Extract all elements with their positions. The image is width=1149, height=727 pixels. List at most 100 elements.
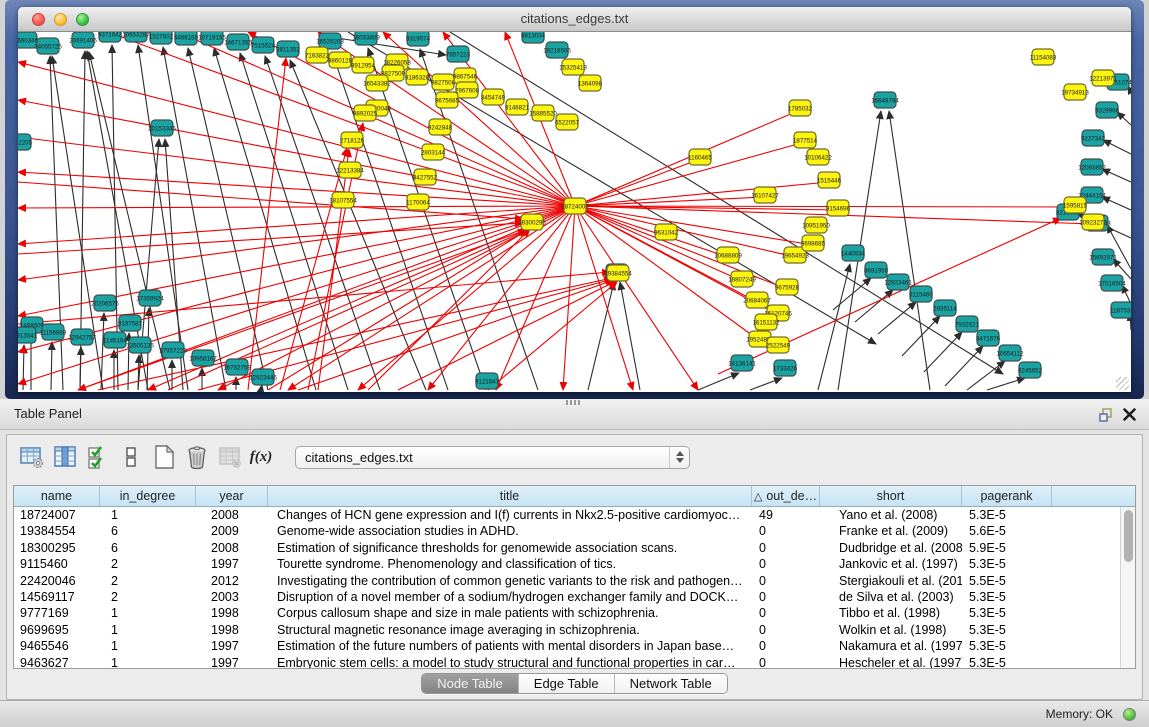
network-node[interactable]: 2522549 bbox=[766, 337, 791, 353]
network-node[interactable]: 20684067 bbox=[743, 292, 771, 308]
network-node[interactable]: 7857223 bbox=[446, 46, 471, 62]
table-row[interactable]: 1456911722003Disruption of a novel membe… bbox=[14, 589, 1120, 605]
network-edge[interactable] bbox=[1117, 112, 1131, 125]
network-node[interactable]: 19384554 bbox=[604, 265, 632, 281]
network-edge[interactable] bbox=[18, 172, 575, 206]
network-edge[interactable] bbox=[902, 316, 940, 356]
network-node[interactable]: 1733426 bbox=[773, 360, 798, 376]
network-node[interactable]: 11154083 bbox=[1030, 49, 1057, 65]
network-node[interactable]: 10653287 bbox=[122, 32, 150, 42]
network-canvas[interactable]: 1660346140557252069140693716421065328715… bbox=[18, 32, 1131, 392]
minimize-window-button[interactable] bbox=[54, 13, 67, 26]
window-resize-grip[interactable] bbox=[1116, 377, 1129, 390]
tab-node-table[interactable]: Node Table bbox=[422, 674, 518, 693]
network-edge[interactable] bbox=[268, 229, 529, 390]
network-node[interactable]: 12942757 bbox=[68, 329, 96, 345]
network-node[interactable]: 9242848 bbox=[428, 119, 453, 135]
network-node[interactable]: 8427552 bbox=[413, 169, 438, 185]
network-node[interactable]: 16648784 bbox=[871, 92, 899, 108]
network-node[interactable]: 15692971 bbox=[1089, 249, 1117, 265]
table-row[interactable]: 977716911998Corpus callosum shape and si… bbox=[14, 605, 1120, 621]
table-row[interactable]: 946362711997Embryonic stem cells: a mode… bbox=[14, 655, 1120, 668]
network-node[interactable]: 8186328 bbox=[405, 69, 430, 85]
tab-network-table[interactable]: Network Table bbox=[614, 674, 727, 693]
network-node[interactable]: 17016504 bbox=[1098, 275, 1126, 291]
network-node[interactable]: 9319574 bbox=[406, 32, 431, 46]
network-edge[interactable] bbox=[924, 332, 962, 372]
network-edge[interactable] bbox=[488, 282, 617, 390]
network-node[interactable]: 19218506 bbox=[543, 42, 571, 58]
network-edge[interactable] bbox=[18, 206, 575, 208]
network-node[interactable]: 20153346 bbox=[148, 120, 176, 136]
network-edge[interactable] bbox=[588, 282, 614, 390]
network-edge[interactable] bbox=[23, 345, 24, 390]
network-node[interactable]: 1515446 bbox=[817, 172, 842, 188]
network-edge[interactable] bbox=[563, 206, 575, 390]
network-node[interactable]: 17957223 bbox=[159, 342, 187, 358]
network-node[interactable]: 9146821 bbox=[505, 99, 530, 115]
network-node[interactable]: 1170064 bbox=[406, 194, 430, 210]
network-node[interactable]: 11156869 bbox=[40, 324, 67, 340]
network-node[interactable]: 12923461 bbox=[884, 274, 912, 290]
new-document-icon[interactable] bbox=[151, 444, 177, 470]
network-node[interactable]: 9892025 bbox=[353, 105, 378, 121]
network-node[interactable]: 1785032 bbox=[788, 100, 813, 116]
window-titlebar[interactable]: citations_edges.txt bbox=[18, 7, 1131, 32]
network-node[interactable]: 10654112 bbox=[996, 345, 1024, 361]
network-edge[interactable] bbox=[987, 378, 1025, 390]
network-edge[interactable] bbox=[575, 206, 633, 390]
panel-divider-grip[interactable] bbox=[566, 400, 580, 405]
network-edge[interactable] bbox=[1103, 140, 1131, 154]
network-edge[interactable] bbox=[833, 278, 871, 310]
close-window-button[interactable] bbox=[32, 13, 45, 26]
network-node[interactable]: 1160465 bbox=[688, 149, 712, 165]
network-node[interactable]: 2803144 bbox=[421, 144, 446, 160]
column-header-pagerank[interactable]: pagerank bbox=[962, 486, 1052, 506]
network-node[interactable]: 16543382 bbox=[363, 75, 391, 91]
network-node[interactable]: 9115460 bbox=[909, 286, 933, 302]
table-row[interactable]: 1938455462009Genome-wide association stu… bbox=[14, 523, 1120, 539]
network-node[interactable]: 7515524 bbox=[251, 37, 276, 53]
network-edge[interactable] bbox=[18, 100, 575, 206]
network-node[interactable]: 12093852 bbox=[1078, 159, 1106, 175]
network-node[interactable]: 8912954 bbox=[351, 57, 376, 73]
network-node[interactable]: 14136141 bbox=[728, 355, 756, 371]
network-edge[interactable] bbox=[878, 302, 916, 334]
network-node[interactable]: 9154696 bbox=[826, 200, 851, 216]
network-node[interactable]: 18107554 bbox=[329, 192, 357, 208]
column-header-year[interactable]: year bbox=[196, 486, 268, 506]
table-row[interactable]: 969969511998Structural magnetic resonanc… bbox=[14, 622, 1120, 638]
table-row[interactable]: 1872400712008Changes of HCN gene express… bbox=[14, 507, 1120, 523]
network-edge[interactable] bbox=[945, 346, 983, 386]
network-edge[interactable] bbox=[1102, 169, 1131, 182]
network-edge[interactable] bbox=[188, 48, 268, 390]
network-edge[interactable] bbox=[575, 206, 728, 257]
row-boxes-icon[interactable] bbox=[118, 444, 144, 470]
network-node[interactable]: 1364098 bbox=[578, 75, 603, 91]
network-node[interactable]: 16782759 bbox=[223, 359, 251, 375]
network-node[interactable]: 9121647 bbox=[475, 373, 500, 389]
network-node[interactable]: 16107427 bbox=[751, 187, 779, 203]
network-node[interactable]: 10106422 bbox=[804, 149, 832, 165]
network-edge[interactable] bbox=[261, 385, 262, 390]
table-row[interactable]: 911546021997Tourette syndrome. Phenomeno… bbox=[14, 556, 1120, 572]
network-edge[interactable] bbox=[280, 148, 347, 390]
network-node[interactable]: 1877514 bbox=[793, 132, 818, 148]
network-node[interactable]: 1440934 bbox=[841, 245, 866, 261]
network-edge[interactable] bbox=[575, 159, 700, 206]
tab-edge-table[interactable]: Edge Table bbox=[518, 674, 614, 693]
network-node[interactable]: 16033809 bbox=[352, 32, 380, 45]
network-node[interactable]: 10719155 bbox=[198, 32, 226, 45]
network-edge[interactable] bbox=[750, 378, 782, 390]
network-edge[interactable] bbox=[1102, 197, 1131, 210]
vertical-scrollbar[interactable] bbox=[1120, 507, 1135, 668]
table-row[interactable]: 1830029562008Estimation of significance … bbox=[14, 540, 1120, 556]
network-node[interactable]: 8691950 bbox=[864, 262, 889, 278]
network-node[interactable]: 17359924 bbox=[136, 290, 164, 306]
network-node[interactable]: 14671355 bbox=[224, 34, 252, 50]
column-header-name[interactable]: name bbox=[14, 486, 100, 506]
column-header-title[interactable]: title bbox=[268, 486, 752, 506]
network-node[interactable]: 14055725 bbox=[34, 38, 62, 54]
network-node[interactable]: 7932621 bbox=[955, 316, 980, 332]
network-node[interactable]: 10923272 bbox=[1079, 214, 1107, 230]
